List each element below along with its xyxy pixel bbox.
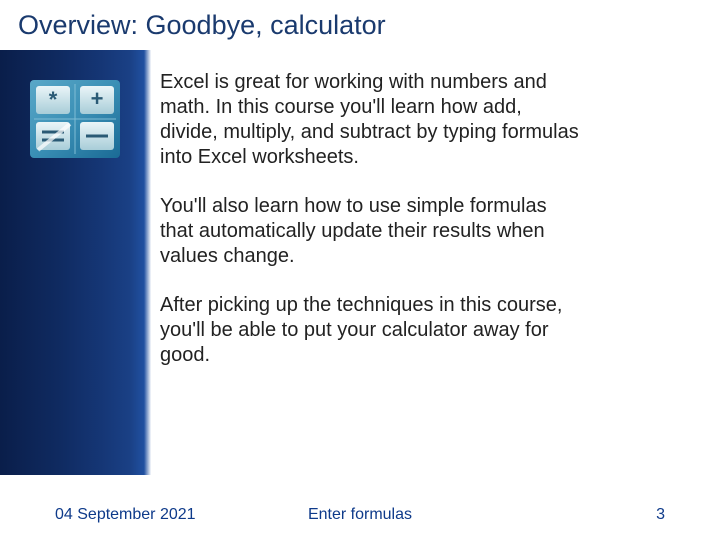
svg-text:*: * (49, 87, 58, 112)
svg-text:+: + (91, 86, 104, 111)
footer: 04 September 2021 Enter formulas 3 (0, 506, 720, 524)
calculator-icon: * + (30, 80, 120, 158)
slide-title: Overview: Goodbye, calculator (0, 0, 720, 49)
footer-date: 04 September 2021 (55, 506, 258, 524)
footer-page: 3 (462, 506, 665, 524)
body-content: Excel is great for working with numbers … (160, 70, 580, 392)
paragraph-2: You'll also learn how to use simple form… (160, 194, 580, 269)
paragraph-3: After picking up the techniques in this … (160, 293, 580, 368)
footer-center: Enter formulas (258, 506, 461, 524)
paragraph-1: Excel is great for working with numbers … (160, 70, 580, 170)
